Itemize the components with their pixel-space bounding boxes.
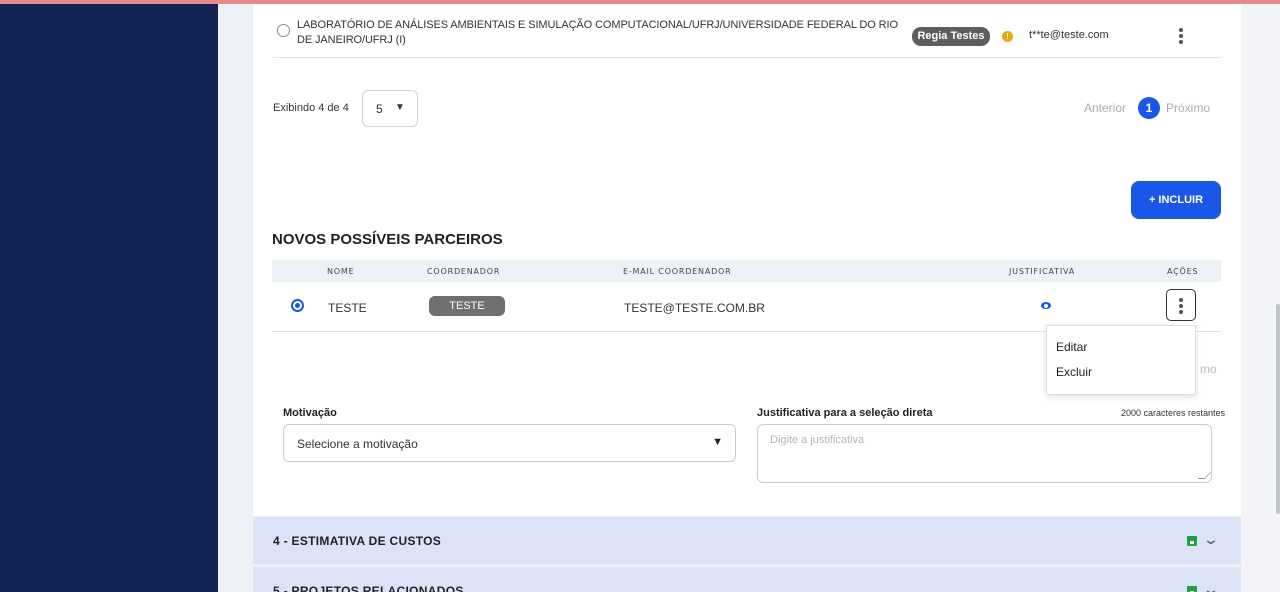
partner-name: LABORATÓRIO DE ANÁLISES AMBIENTAIS E SIM…	[297, 19, 898, 46]
chevron-down-icon[interactable]: ⌄	[1202, 581, 1220, 592]
accordion-title: 4 - ESTIMATIVA DE CUSTOS	[273, 534, 442, 548]
justificativa-label: Justificativa para a seleção direta	[757, 407, 933, 419]
page-size-select[interactable]: 5 ▼	[362, 90, 418, 127]
partners-card: LABORATÓRIO DE ANÁLISES AMBIENTAIS E SIM…	[253, 4, 1241, 516]
eye-icon[interactable]	[1041, 302, 1051, 309]
page-size-value: 5	[376, 102, 383, 116]
cell-nome: TESTE	[328, 301, 367, 315]
motivacao-value: Selecione a motivação	[297, 437, 418, 451]
section-title: NOVOS POSSÍVEIS PARCEIROS	[272, 231, 503, 248]
menu-item-delete[interactable]: Excluir	[1056, 365, 1092, 379]
cell-coordenador: TESTE	[429, 296, 505, 316]
table-row: LABORATÓRIO DE ANÁLISES AMBIENTAIS E SIM…	[273, 12, 1221, 58]
header-email: E-MAIL COORDENADOR	[623, 267, 732, 276]
accordion-projetos-relacionados[interactable]: 5 - PROJETOS RELACIONADOS ⌄	[253, 566, 1241, 592]
cell-email: TESTE@TESTE.COM.BR	[624, 301, 765, 315]
current-page-button[interactable]: 1	[1138, 97, 1160, 119]
next-page-link[interactable]: Próximo	[1166, 101, 1210, 115]
table-header: NOME COORDENADOR E-MAIL COORDENADOR JUST…	[272, 260, 1221, 282]
coordinator-email: t**te@teste.com	[1029, 29, 1109, 41]
row-radio[interactable]	[291, 299, 304, 312]
hidden-pagination-fragment: mo	[1200, 362, 1217, 376]
actions-dropdown: Editar Excluir	[1046, 325, 1196, 395]
save-icon	[1187, 586, 1197, 592]
chevron-down-icon[interactable]: ⌄	[1202, 531, 1220, 548]
header-nome: NOME	[327, 267, 355, 276]
save-icon	[1187, 536, 1197, 546]
kebab-menu-icon[interactable]	[1179, 28, 1183, 46]
motivacao-label: Motivação	[283, 407, 337, 419]
char-counter: 2000 caracteres restantes	[1121, 408, 1226, 418]
warning-icon: !	[1002, 31, 1013, 42]
justificativa-placeholder: Digite a justificativa	[770, 434, 865, 446]
previous-page-link[interactable]: Anterior	[1084, 101, 1126, 115]
accordion-title: 5 - PROJETOS RELACIONADOS	[273, 584, 464, 592]
kebab-menu-icon	[1179, 298, 1183, 316]
right-gutter	[1241, 4, 1280, 592]
header-coordenador: COORDENADOR	[427, 267, 501, 276]
showing-count: Exibindo 4 de 4	[273, 102, 349, 114]
row-radio[interactable]	[277, 24, 290, 37]
chevron-down-icon: ▼	[395, 102, 405, 113]
actions-menu-button[interactable]	[1166, 289, 1196, 321]
accordion-estimativa-custos[interactable]: 4 - ESTIMATIVA DE CUSTOS ⌄	[253, 516, 1241, 564]
chevron-down-icon: ▼	[712, 436, 723, 448]
sidebar	[0, 4, 218, 592]
include-button[interactable]: + INCLUIR	[1131, 181, 1221, 219]
left-gutter	[218, 4, 253, 592]
motivacao-select[interactable]: Selecione a motivação ▼	[283, 424, 736, 462]
menu-item-edit[interactable]: Editar	[1056, 340, 1087, 354]
scrollbar[interactable]	[1276, 304, 1280, 514]
header-justificativa: JUSTIFICATIVA	[1009, 267, 1076, 276]
justificativa-textarea[interactable]: Digite a justificativa	[757, 424, 1212, 483]
resize-grip-icon[interactable]	[1197, 472, 1212, 479]
coordinator-badge: Regia Testes	[912, 27, 990, 46]
header-acoes: AÇÕES	[1167, 267, 1199, 276]
